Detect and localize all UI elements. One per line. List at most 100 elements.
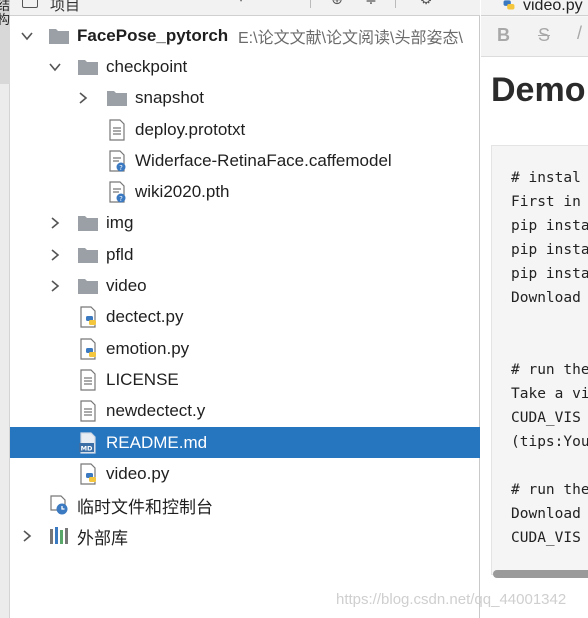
svg-text:MD: MD [81, 444, 93, 452]
code-line: # run the [511, 482, 588, 498]
tree-row-newdectect[interactable]: newdectect.y [10, 396, 480, 427]
unknown-file-icon: ? [109, 181, 126, 203]
tree-item-label: Widerface-RetinaFace.caffemodel [135, 150, 392, 170]
tree-row-pfld[interactable]: pfld [10, 239, 480, 270]
project-panel-header: 项目 ▾ ⊕ ≑ ⚙ [10, 0, 480, 16]
tree-row-caffemodel[interactable]: ? Widerface-RetinaFace.caffemodel [10, 145, 480, 176]
unknown-file-icon: ? [109, 150, 126, 172]
project-view-icon[interactable] [22, 0, 38, 8]
tree-item-label: checkpoint [106, 56, 188, 76]
folder-icon [78, 247, 98, 263]
tree-row-dectect-py[interactable]: dectect.py [10, 302, 480, 333]
tree-item-label: 外部库 [77, 528, 128, 548]
structure-tool-tab[interactable]: 结构 [0, 0, 10, 84]
collapse-icon[interactable]: ≑ [362, 0, 380, 10]
markdown-heading: Demo [491, 71, 586, 109]
project-path: E:\论文文献\论文阅读\头部姿态\ [238, 29, 463, 47]
tree-row-snapshot[interactable]: snapshot [10, 83, 480, 114]
folder-icon [78, 216, 98, 232]
structure-tab-label: 结构 [0, 0, 10, 28]
markdown-toolbar: B S / [481, 17, 588, 57]
python-file-icon [80, 338, 96, 360]
library-icon [50, 527, 68, 545]
project-tree: FacePose_pytorch E:\论文文献\论文阅读\头部姿态\ chec… [10, 20, 480, 552]
python-file-icon [80, 463, 96, 485]
code-line: # run the [511, 362, 588, 378]
code-line: Take a vi [511, 386, 588, 402]
divider [395, 0, 396, 8]
tree-row-video-py[interactable]: video.py [10, 458, 480, 489]
folder-icon [49, 28, 69, 44]
tree-row-wiki2020-pth[interactable]: ? wiki2020.pth [10, 176, 480, 207]
watermark: https://blog.csdn.net/qq_44001342 [336, 591, 567, 608]
scratches-icon [50, 495, 68, 515]
chevron-right-icon[interactable] [20, 529, 34, 543]
tree-item-label: img [106, 213, 134, 233]
strikethrough-button[interactable]: S [538, 25, 550, 46]
code-line: CUDA_VIS [511, 410, 581, 426]
code-block: # instal First in pip insta pip insta pi… [491, 145, 588, 575]
tree-item-label: snapshot [135, 88, 204, 108]
python-file-icon [503, 0, 515, 10]
text-file-icon [80, 369, 96, 391]
tree-item-label: video.py [106, 463, 170, 483]
chevron-right-icon[interactable] [76, 91, 90, 105]
tree-item-label: wiki2020.pth [135, 182, 230, 202]
chevron-down-icon[interactable] [48, 60, 62, 74]
tree-row-scratches[interactable]: 临时文件和控制台 [10, 489, 480, 520]
gear-icon[interactable]: ⚙ [417, 0, 435, 10]
divider [310, 0, 311, 8]
tree-row-license[interactable]: LICENSE [10, 364, 480, 395]
chevron-right-icon[interactable] [48, 216, 62, 230]
folder-icon [78, 279, 98, 295]
code-line: Download [511, 506, 581, 522]
code-line: (tips:You [511, 434, 588, 450]
tree-row-deploy-prototxt[interactable]: deploy.prototxt [10, 114, 480, 145]
project-name: FacePose_pytorch [77, 25, 229, 45]
code-line: pip insta [511, 242, 588, 258]
more-tools-icon[interactable]: / [577, 23, 582, 44]
code-line: CUDA_VIS [511, 530, 581, 546]
chevron-down-icon[interactable]: ▾ [232, 0, 250, 8]
tree-row-checkpoint[interactable]: checkpoint [10, 51, 480, 82]
tree-item-label: README.md [106, 432, 208, 452]
editor-panel: video.py B S / Demo # instal First in pi… [481, 0, 588, 618]
tree-row-project-root[interactable]: FacePose_pytorch E:\论文文献\论文阅读\头部姿态\ [10, 20, 480, 51]
tree-item-label: 临时文件和控制台 [77, 497, 213, 517]
code-line: # instal [511, 170, 581, 186]
chevron-down-icon[interactable] [20, 29, 34, 43]
markdown-file-icon: MD [79, 431, 96, 454]
markdown-preview: Demo # instal First in pip insta pip ins… [481, 57, 588, 618]
text-file-icon [109, 118, 125, 141]
project-panel: 项目 ▾ ⊕ ≑ ⚙ FacePose_pytorch E:\论文文献\论文阅读… [10, 0, 480, 618]
tool-window-stripe: 结构 [0, 0, 10, 618]
code-line: Download [511, 290, 581, 306]
folder-icon [78, 59, 98, 75]
tree-item-label: newdectect.y [106, 401, 206, 421]
project-panel-title[interactable]: 项目 [50, 0, 80, 15]
svg-text:?: ? [119, 195, 123, 203]
tree-item-label: deploy.prototxt [135, 119, 246, 139]
chevron-right-icon[interactable] [48, 279, 62, 293]
python-file-icon [80, 306, 96, 328]
tree-item-label: video [106, 276, 147, 296]
editor-tab-label: video.py [523, 0, 583, 14]
tree-row-emotion-py[interactable]: emotion.py [10, 333, 480, 364]
tree-row-readme-md[interactable]: MD README.md [10, 426, 480, 459]
tree-item-label: LICENSE [106, 369, 179, 389]
tree-item-label: emotion.py [106, 338, 190, 358]
tree-row-video-folder[interactable]: video [10, 270, 480, 301]
tree-item-label: pfld [106, 244, 134, 264]
bold-button[interactable]: B [497, 25, 510, 46]
editor-tab-video-py[interactable]: video.py [481, 0, 588, 16]
text-file-icon [80, 400, 96, 422]
code-line: pip insta [511, 218, 588, 234]
code-line: pip insta [511, 266, 588, 282]
svg-text:?: ? [119, 164, 123, 172]
tree-row-external-libraries[interactable]: 外部库 [10, 521, 480, 552]
tree-row-img[interactable]: img [10, 208, 480, 239]
horizontal-scrollbar[interactable] [493, 570, 588, 578]
locate-icon[interactable]: ⊕ [328, 0, 346, 10]
folder-icon [107, 91, 127, 107]
chevron-right-icon[interactable] [48, 248, 62, 262]
